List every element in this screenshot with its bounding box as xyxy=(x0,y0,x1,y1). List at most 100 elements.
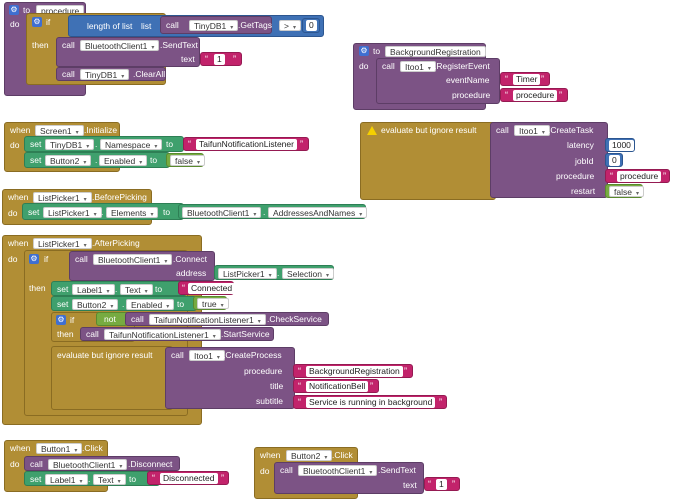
text-block[interactable]: “ BackgroundRegistration ” xyxy=(293,364,413,378)
set-keyword: set xyxy=(57,284,69,294)
component-dropdown[interactable]: Button2 ▾ xyxy=(72,299,119,310)
component-dropdown[interactable]: Itoo1 ▾ xyxy=(189,350,225,361)
number-value[interactable]: 1000 xyxy=(609,140,634,151)
component-dropdown[interactable]: TinyDB1 ▾ xyxy=(80,69,130,80)
chevron-down-icon: ▾ xyxy=(268,273,272,279)
set-property-block[interactable]: set Button2 ▾ . Enabled ▾ to xyxy=(51,296,197,311)
text-value[interactable]: procedure xyxy=(617,171,662,182)
not-block[interactable]: not xyxy=(96,312,128,326)
component-dropdown[interactable]: Button2 ▾ xyxy=(286,450,333,461)
boolean-dropdown[interactable]: true ▾ xyxy=(197,298,229,309)
evaluate-ignore-block[interactable]: evaluate but ignore result xyxy=(360,122,496,200)
set-property-block[interactable]: set Label1 ▾ . Text ▾ to xyxy=(24,471,160,486)
procedure-name-field[interactable]: BackgroundRegistration xyxy=(385,46,486,57)
getter-block[interactable]: ListPicker1 ▾ . Selection ▾ xyxy=(214,265,334,280)
text-block[interactable]: “ Timer ” xyxy=(500,72,550,86)
component-dropdown[interactable]: Button1 ▾ xyxy=(36,443,83,454)
number-block[interactable]: 1000 xyxy=(605,138,635,152)
component-dropdown[interactable]: BluetoothClient1 ▾ xyxy=(93,254,173,265)
set-property-block[interactable]: set ListPicker1 ▾ . Elements ▾ to xyxy=(22,203,184,220)
mutator-gear-icon[interactable]: ⚙ xyxy=(359,46,369,56)
compare-operator-dropdown[interactable]: > ▾ xyxy=(279,20,301,31)
method-name: .SendText xyxy=(378,465,416,475)
createprocess-call-block[interactable]: call Itoo1 ▾ .CreateProcess procedure tit… xyxy=(165,347,295,409)
evaluate-ignore-block[interactable]: evaluate but ignore result xyxy=(51,346,173,410)
text-value[interactable]: 1 xyxy=(214,54,225,65)
component-dropdown[interactable]: ListPicker1 ▾ xyxy=(33,192,92,203)
component-dropdown[interactable]: Itoo1 ▾ xyxy=(400,61,436,72)
sendtext-call-block[interactable]: call BluetoothClient1 ▾ .SendText text xyxy=(56,37,200,67)
property-dropdown[interactable]: AddressesAndNames ▾ xyxy=(268,207,368,218)
registerevent-call-block[interactable]: call Itoo1 ▾ .RegisterEvent eventName pro… xyxy=(376,58,500,104)
mutator-gear-icon[interactable]: ⚙ xyxy=(56,315,66,325)
mutator-gear-icon[interactable]: ⚙ xyxy=(9,5,19,15)
text-value[interactable]: Timer xyxy=(513,74,541,85)
text-block[interactable]: “ Service is running in background ” xyxy=(293,395,447,409)
text-block[interactable]: “ Connected ” xyxy=(178,281,236,295)
text-value[interactable]: 1 xyxy=(436,479,447,490)
text-value[interactable]: BackgroundRegistration xyxy=(306,366,403,377)
component-dropdown[interactable]: BluetoothClient1 ▾ xyxy=(298,465,378,476)
component-dropdown[interactable]: BluetoothClient1 ▾ xyxy=(182,207,262,218)
set-keyword: set xyxy=(28,207,40,217)
boolean-block[interactable]: false ▾ xyxy=(605,184,644,198)
text-block[interactable]: “ NotificationBell ” xyxy=(293,379,379,393)
component-dropdown[interactable]: Itoo1 ▾ xyxy=(514,125,550,136)
number-block[interactable]: 0 xyxy=(605,153,623,167)
property-dropdown[interactable]: Text ▾ xyxy=(93,474,126,485)
number-value[interactable]: 0 xyxy=(306,20,317,31)
boolean-block[interactable]: true ▾ xyxy=(193,296,229,310)
property-dropdown[interactable]: Enabled ▾ xyxy=(126,299,175,310)
property-dropdown[interactable]: Selection ▾ xyxy=(282,268,334,279)
component-dropdown[interactable]: TinyDB1 ▾ xyxy=(45,139,95,150)
component-dropdown[interactable]: TaifunNotificationListener1 ▾ xyxy=(104,329,221,340)
property-dropdown[interactable]: Text ▾ xyxy=(120,284,153,295)
text-block[interactable]: “ TaifunNotificationListener ” xyxy=(183,137,309,151)
text-block[interactable]: “ 1 ” xyxy=(200,52,242,66)
component-dropdown[interactable]: Label1 ▾ xyxy=(72,284,115,295)
component-dropdown[interactable]: Button2 ▾ xyxy=(45,155,92,166)
text-value[interactable]: procedure xyxy=(513,90,558,101)
number-value[interactable]: 0 xyxy=(609,155,620,166)
mutator-gear-icon[interactable]: ⚙ xyxy=(29,254,39,264)
boolean-block[interactable]: false ▾ xyxy=(166,153,205,167)
startservice-call-block[interactable]: call TaifunNotificationListener1 ▾ .Start… xyxy=(80,327,274,341)
createtask-call-block[interactable]: call Itoo1 ▾ .CreateTask latency jobId pr… xyxy=(490,122,608,198)
component-dropdown[interactable]: BluetoothClient1 ▾ xyxy=(80,40,160,51)
text-value[interactable]: Disconnected xyxy=(160,473,218,484)
component-dropdown[interactable]: ListPicker1 ▾ xyxy=(43,207,102,218)
connect-call-block[interactable]: call BluetoothClient1 ▾ .Connect address xyxy=(69,251,215,281)
text-value[interactable]: Service is running in background xyxy=(306,397,436,408)
gettags-call-block[interactable]: call TinyDB1 ▾ .GetTags xyxy=(160,16,272,34)
mutator-gear-icon[interactable]: ⚙ xyxy=(32,17,42,27)
text-block[interactable]: “ Disconnected ” xyxy=(147,471,229,485)
clearall-call-block[interactable]: call TinyDB1 ▾ .ClearAll xyxy=(56,67,166,81)
text-value[interactable]: TaifunNotificationListener xyxy=(196,139,297,150)
component-dropdown[interactable]: ListPicker1 ▾ xyxy=(33,238,92,249)
disconnect-call-block[interactable]: call BluetoothClient1 ▾ .Disconnect xyxy=(24,456,180,471)
text-block[interactable]: “ procedure ” xyxy=(605,169,670,183)
set-property-block[interactable]: set Label1 ▾ . Text ▾ to xyxy=(51,281,187,296)
component-dropdown[interactable]: TaifunNotificationListener1 ▾ xyxy=(149,314,266,325)
getter-block[interactable]: BluetoothClient1 ▾ . AddressesAndNames ▾ xyxy=(178,204,368,219)
sendtext-call-block[interactable]: call BluetoothClient1 ▾ .SendText text xyxy=(274,462,424,494)
number-block[interactable]: 0 xyxy=(302,18,320,33)
set-property-block[interactable]: set TinyDB1 ▾ . Namespace ▾ to xyxy=(24,136,184,152)
property-dropdown[interactable]: Namespace ▾ xyxy=(100,139,163,150)
property-dropdown[interactable]: Elements ▾ xyxy=(106,207,159,218)
set-property-block[interactable]: set Button2 ▾ . Enabled ▾ to xyxy=(24,152,170,168)
text-block[interactable]: “ 1 ” xyxy=(424,477,460,491)
component-dropdown[interactable]: ListPicker1 ▾ xyxy=(218,268,277,279)
text-block[interactable]: “ procedure ” xyxy=(500,88,568,102)
title-param-label: title xyxy=(270,381,284,391)
component-dropdown[interactable]: TinyDB1 ▾ xyxy=(189,20,239,31)
component-dropdown[interactable]: Label1 ▾ xyxy=(45,474,88,485)
checkservice-call-block[interactable]: call TaifunNotificationListener1 ▾ .Check… xyxy=(125,312,329,326)
boolean-dropdown[interactable]: false ▾ xyxy=(609,186,644,197)
component-dropdown[interactable]: Screen1 ▾ xyxy=(35,125,84,136)
component-dropdown[interactable]: BluetoothClient1 ▾ xyxy=(48,459,128,470)
text-value[interactable]: NotificationBell xyxy=(306,381,369,392)
warning-icon[interactable] xyxy=(367,126,377,135)
property-dropdown[interactable]: Enabled ▾ xyxy=(99,155,148,166)
boolean-dropdown[interactable]: false ▾ xyxy=(170,155,205,166)
